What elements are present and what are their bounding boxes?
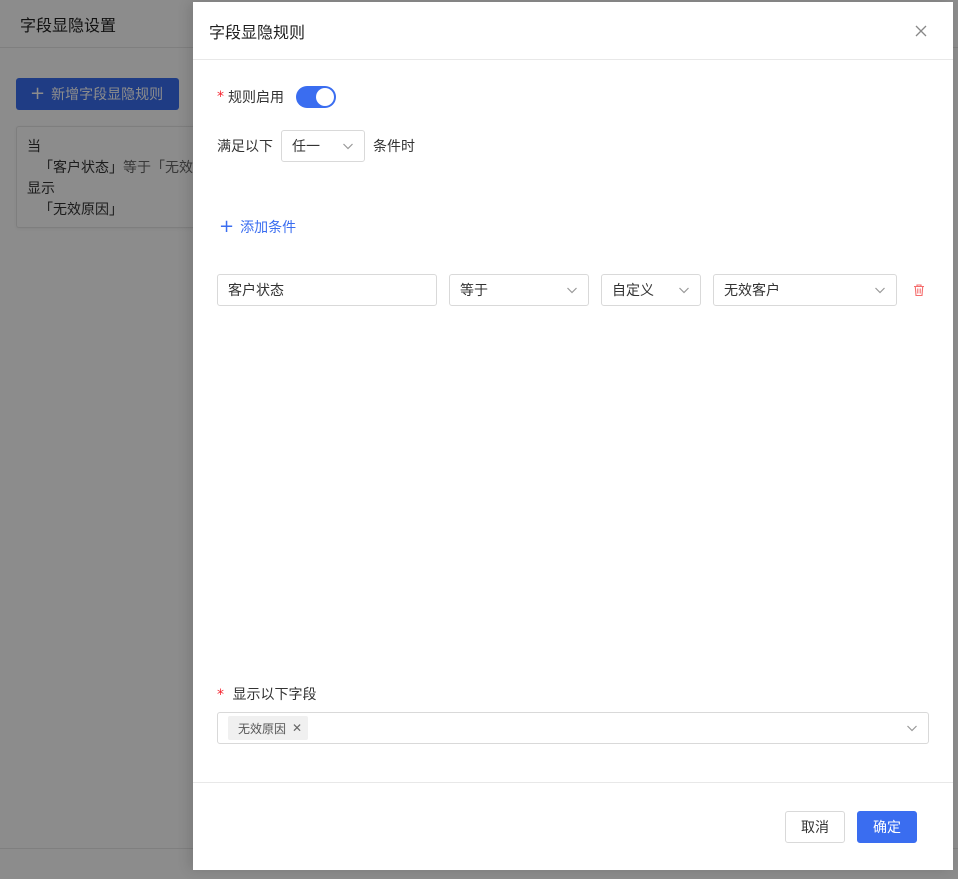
trash-icon[interactable] — [911, 282, 927, 298]
chevron-down-icon — [907, 725, 917, 732]
condition-row: 客户状态 等于 自定义 无效客户 — [217, 274, 927, 306]
required-mark: * — [217, 687, 224, 703]
drawer-body: * 规则启用 满足以下 任一 条件时 + 添加条件 客户状态 等于 自定义 无效… — [193, 60, 953, 782]
enable-row: * 规则启用 — [217, 86, 336, 108]
cancel-button[interactable]: 取消 — [785, 810, 845, 843]
rule-drawer: 字段显隐规则 * 规则启用 满足以下 任一 条件时 + 添加条件 客户状态 等于… — [193, 2, 953, 870]
drawer-header: 字段显隐规则 — [193, 2, 953, 60]
add-condition-button[interactable]: + 添加条件 — [219, 217, 296, 237]
show-fields-select[interactable]: 无效原因 ✕ — [217, 712, 929, 744]
drawer-footer: 取消 确定 — [193, 782, 953, 870]
mode-value: 自定义 — [612, 283, 654, 299]
confirm-button[interactable]: 确定 — [857, 810, 917, 843]
show-fields-row: * 显示以下字段 — [217, 684, 316, 704]
match-prefix: 满足以下 — [217, 139, 273, 155]
match-select-value: 任一 — [292, 139, 320, 155]
match-select[interactable]: 任一 — [281, 130, 365, 162]
enable-label: 规则启用 — [228, 90, 284, 106]
add-condition-label: 添加条件 — [240, 220, 297, 236]
chevron-down-icon — [875, 287, 885, 294]
required-mark: * — [217, 89, 224, 105]
condition-mode-select[interactable]: 自定义 — [601, 274, 701, 306]
operator-value: 等于 — [460, 283, 488, 299]
chevron-down-icon — [343, 143, 353, 150]
field-tag-label: 无效原因 — [238, 721, 287, 736]
condition-operator-select[interactable]: 等于 — [449, 274, 589, 306]
plus-icon: + — [219, 216, 235, 237]
field-tag: 无效原因 ✕ — [228, 716, 309, 740]
condition-field-input[interactable]: 客户状态 — [217, 274, 437, 306]
value-value: 无效客户 — [724, 283, 780, 299]
chevron-down-icon — [567, 287, 577, 294]
enable-switch[interactable] — [296, 86, 336, 108]
chevron-down-icon — [679, 287, 689, 294]
close-icon[interactable] — [909, 19, 933, 43]
match-suffix: 条件时 — [373, 139, 415, 155]
switch-knob — [316, 88, 334, 106]
condition-value-select[interactable]: 无效客户 — [713, 274, 897, 306]
show-fields-label: 显示以下字段 — [232, 687, 317, 703]
match-row: 满足以下 任一 条件时 — [217, 130, 415, 162]
drawer-title: 字段显隐规则 — [209, 22, 306, 42]
close-icon[interactable]: ✕ — [292, 722, 302, 734]
